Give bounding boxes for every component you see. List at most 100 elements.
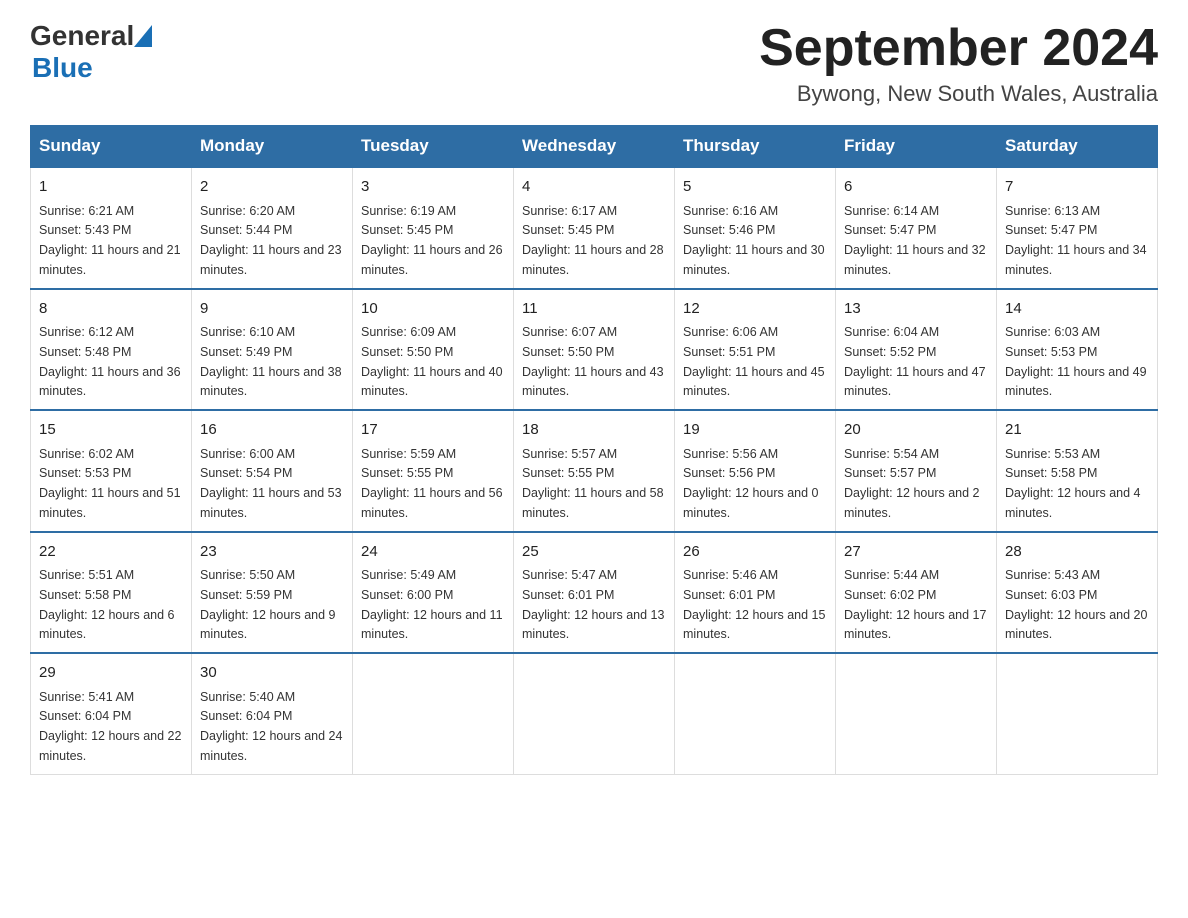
calendar-week-row: 22 Sunrise: 5:51 AMSunset: 5:58 PMDayligh… [31,532,1158,654]
day-info: Sunrise: 5:47 AMSunset: 6:01 PMDaylight:… [522,568,664,641]
header-wednesday: Wednesday [514,126,675,168]
logo-triangle-icon [134,25,152,47]
day-number: 1 [39,176,183,199]
calendar-cell: 30Sunrise: 5:40 AMSunset: 6:04 PMDayligh… [192,653,353,774]
day-info: Sunrise: 5:44 AMSunset: 6:02 PMDaylight:… [844,568,986,641]
calendar-cell: 10 Sunrise: 6:09 AMSunset: 5:50 PMDayligh… [353,289,514,411]
header-thursday: Thursday [675,126,836,168]
day-number: 22 [39,541,183,564]
calendar-cell: 29 Sunrise: 5:41 AMSunset: 6:04 PMDayligh… [31,653,192,774]
day-info: Sunrise: 5:56 AMSunset: 5:56 PMDaylight:… [683,447,819,520]
day-number: 21 [1005,419,1149,442]
day-number: 2 [200,176,344,199]
calendar-week-row: 1 Sunrise: 6:21 AMSunset: 5:43 PMDaylight… [31,167,1158,289]
calendar-cell: 14 Sunrise: 6:03 AMSunset: 5:53 PMDayligh… [997,289,1158,411]
day-info: Sunrise: 5:49 AMSunset: 6:00 PMDaylight:… [361,568,503,641]
calendar-cell: 11 Sunrise: 6:07 AMSunset: 5:50 PMDayligh… [514,289,675,411]
calendar-cell: 1 Sunrise: 6:21 AMSunset: 5:43 PMDaylight… [31,167,192,289]
calendar-cell [675,653,836,774]
calendar-cell [514,653,675,774]
page-title: September 2024 [759,20,1158,77]
day-info: Sunrise: 5:50 AMSunset: 5:59 PMDaylight:… [200,568,336,641]
calendar-cell: 6 Sunrise: 6:14 AMSunset: 5:47 PMDaylight… [836,167,997,289]
day-number: 18 [522,419,666,442]
day-info: Sunrise: 6:17 AMSunset: 5:45 PMDaylight:… [522,204,664,277]
day-info: Sunrise: 6:03 AMSunset: 5:53 PMDaylight:… [1005,325,1147,398]
calendar-week-row: 8 Sunrise: 6:12 AMSunset: 5:48 PMDaylight… [31,289,1158,411]
day-info: Sunrise: 6:02 AMSunset: 5:53 PMDaylight:… [39,447,181,520]
calendar-table: SundayMondayTuesdayWednesdayThursdayFrid… [30,125,1158,775]
calendar-cell: 13Sunrise: 6:04 AMSunset: 5:52 PMDayligh… [836,289,997,411]
calendar-cell: 4Sunrise: 6:17 AMSunset: 5:45 PMDaylight… [514,167,675,289]
day-info: Sunrise: 6:06 AMSunset: 5:51 PMDaylight:… [683,325,825,398]
day-number: 19 [683,419,827,442]
calendar-cell: 17Sunrise: 5:59 AMSunset: 5:55 PMDayligh… [353,410,514,532]
calendar-cell: 2 Sunrise: 6:20 AMSunset: 5:44 PMDaylight… [192,167,353,289]
header-friday: Friday [836,126,997,168]
calendar-cell: 9Sunrise: 6:10 AMSunset: 5:49 PMDaylight… [192,289,353,411]
title-area: September 2024 Bywong, New South Wales, … [759,20,1158,107]
calendar-cell: 18 Sunrise: 5:57 AMSunset: 5:55 PMDayligh… [514,410,675,532]
header-saturday: Saturday [997,126,1158,168]
day-number: 9 [200,298,344,321]
header-sunday: Sunday [31,126,192,168]
day-number: 30 [200,662,344,685]
day-info: Sunrise: 5:41 AMSunset: 6:04 PMDaylight:… [39,690,181,763]
day-info: Sunrise: 5:57 AMSunset: 5:55 PMDaylight:… [522,447,664,520]
day-number: 25 [522,541,666,564]
day-number: 26 [683,541,827,564]
day-info: Sunrise: 6:00 AMSunset: 5:54 PMDaylight:… [200,447,342,520]
day-info: Sunrise: 5:51 AMSunset: 5:58 PMDaylight:… [39,568,175,641]
calendar-cell: 23 Sunrise: 5:50 AMSunset: 5:59 PMDayligh… [192,532,353,654]
calendar-cell: 8 Sunrise: 6:12 AMSunset: 5:48 PMDaylight… [31,289,192,411]
day-number: 20 [844,419,988,442]
calendar-cell: 12Sunrise: 6:06 AMSunset: 5:51 PMDayligh… [675,289,836,411]
logo-blue-text: Blue [32,52,93,84]
day-info: Sunrise: 6:19 AMSunset: 5:45 PMDaylight:… [361,204,503,277]
page-header: General Blue September 2024 Bywong, New … [30,20,1158,107]
day-number: 7 [1005,176,1149,199]
day-number: 10 [361,298,505,321]
calendar-cell [997,653,1158,774]
day-info: Sunrise: 6:21 AMSunset: 5:43 PMDaylight:… [39,204,181,277]
day-info: Sunrise: 6:20 AMSunset: 5:44 PMDaylight:… [200,204,342,277]
calendar-cell: 22 Sunrise: 5:51 AMSunset: 5:58 PMDayligh… [31,532,192,654]
day-info: Sunrise: 6:13 AMSunset: 5:47 PMDaylight:… [1005,204,1147,277]
day-number: 23 [200,541,344,564]
day-info: Sunrise: 6:12 AMSunset: 5:48 PMDaylight:… [39,325,181,398]
day-number: 17 [361,419,505,442]
day-info: Sunrise: 6:09 AMSunset: 5:50 PMDaylight:… [361,325,503,398]
header-monday: Monday [192,126,353,168]
day-info: Sunrise: 5:46 AMSunset: 6:01 PMDaylight:… [683,568,825,641]
calendar-cell: 26 Sunrise: 5:46 AMSunset: 6:01 PMDayligh… [675,532,836,654]
day-number: 15 [39,419,183,442]
calendar-week-row: 15 Sunrise: 6:02 AMSunset: 5:53 PMDayligh… [31,410,1158,532]
day-number: 27 [844,541,988,564]
day-info: Sunrise: 6:04 AMSunset: 5:52 PMDaylight:… [844,325,986,398]
day-info: Sunrise: 5:43 AMSunset: 6:03 PMDaylight:… [1005,568,1147,641]
day-number: 8 [39,298,183,321]
day-info: Sunrise: 6:07 AMSunset: 5:50 PMDaylight:… [522,325,664,398]
day-info: Sunrise: 5:54 AMSunset: 5:57 PMDaylight:… [844,447,980,520]
logo: General Blue [30,20,156,84]
calendar-header-row: SundayMondayTuesdayWednesdayThursdayFrid… [31,126,1158,168]
logo-general-text: General [30,20,134,52]
day-number: 14 [1005,298,1149,321]
calendar-cell: 3Sunrise: 6:19 AMSunset: 5:45 PMDaylight… [353,167,514,289]
day-number: 29 [39,662,183,685]
day-number: 6 [844,176,988,199]
day-info: Sunrise: 5:53 AMSunset: 5:58 PMDaylight:… [1005,447,1141,520]
calendar-cell: 16Sunrise: 6:00 AMSunset: 5:54 PMDayligh… [192,410,353,532]
calendar-week-row: 29 Sunrise: 5:41 AMSunset: 6:04 PMDayligh… [31,653,1158,774]
day-info: Sunrise: 6:14 AMSunset: 5:47 PMDaylight:… [844,204,986,277]
calendar-cell: 27 Sunrise: 5:44 AMSunset: 6:02 PMDayligh… [836,532,997,654]
calendar-cell: 25 Sunrise: 5:47 AMSunset: 6:01 PMDayligh… [514,532,675,654]
calendar-cell: 15 Sunrise: 6:02 AMSunset: 5:53 PMDayligh… [31,410,192,532]
calendar-cell: 19 Sunrise: 5:56 AMSunset: 5:56 PMDayligh… [675,410,836,532]
day-number: 5 [683,176,827,199]
day-number: 11 [522,298,666,321]
calendar-cell: 7 Sunrise: 6:13 AMSunset: 5:47 PMDaylight… [997,167,1158,289]
day-number: 28 [1005,541,1149,564]
calendar-cell: 20 Sunrise: 5:54 AMSunset: 5:57 PMDayligh… [836,410,997,532]
calendar-cell [836,653,997,774]
